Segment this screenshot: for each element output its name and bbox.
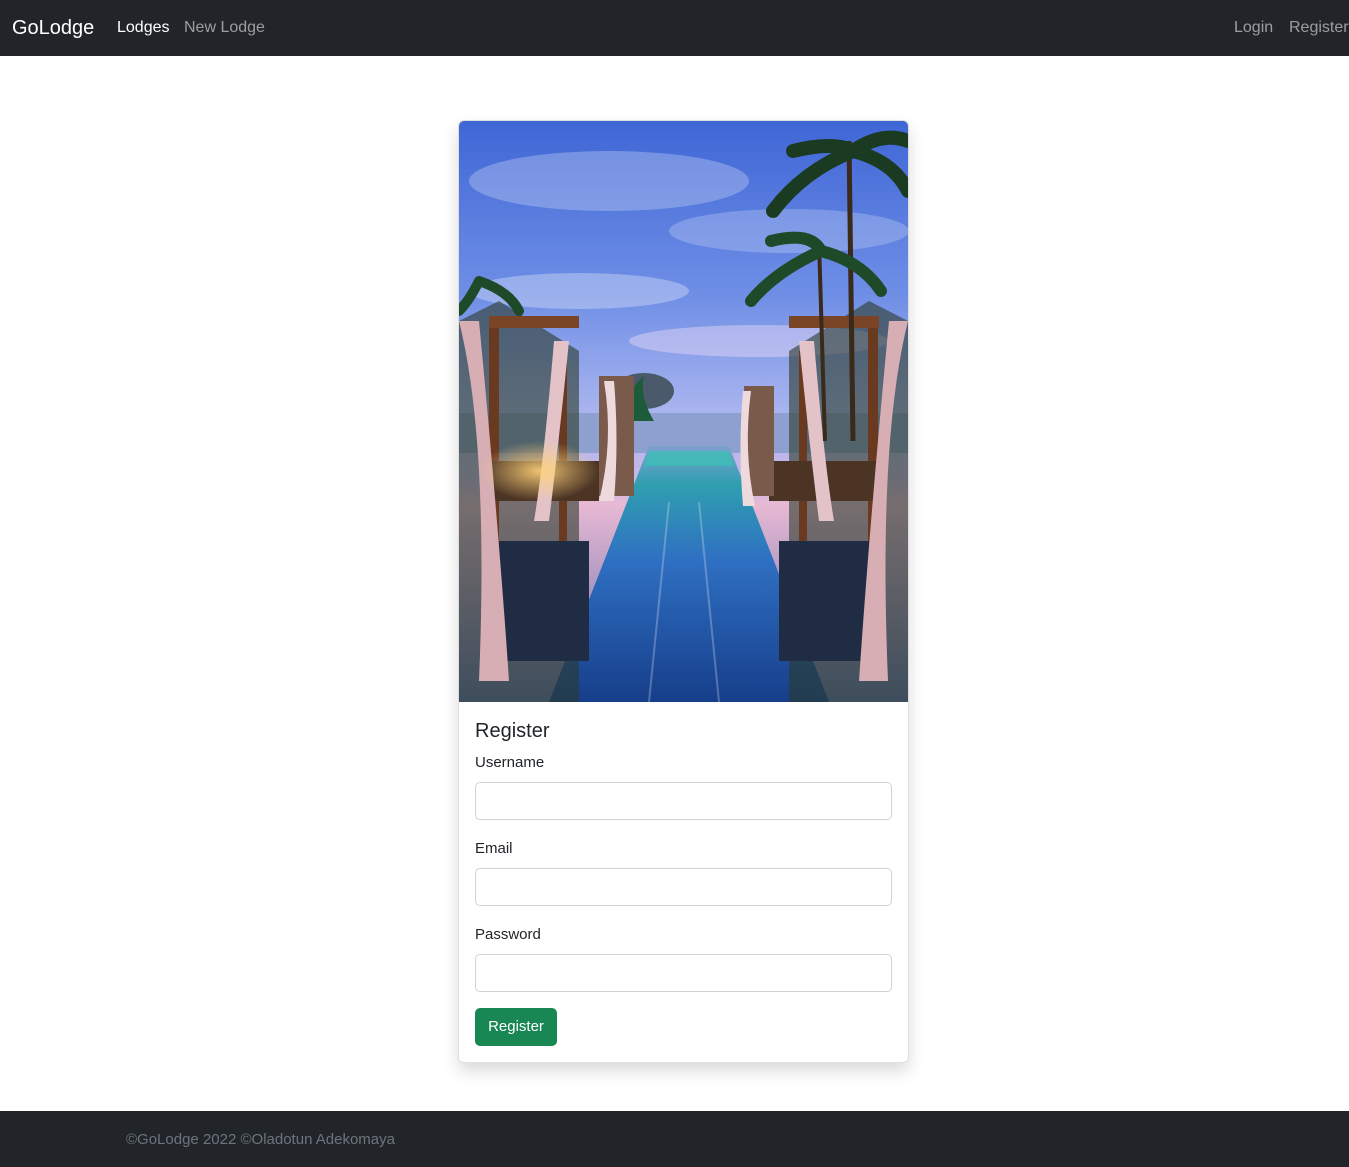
resort-pool-image — [459, 121, 908, 702]
nav-link-register[interactable]: Register — [1289, 18, 1349, 38]
username-label: Username — [475, 754, 545, 771]
password-label: Password — [475, 926, 541, 943]
username-input[interactable] — [475, 782, 892, 820]
page-footer: ©GoLodge 2022 ©Oladotun Adekomaya — [0, 1111, 1349, 1167]
email-input[interactable] — [475, 868, 892, 906]
nav-link-new-lodge[interactable]: New Lodge — [184, 18, 265, 38]
register-title: Register — [475, 720, 550, 742]
brand-link[interactable]: GoLodge — [12, 15, 94, 41]
top-navbar: GoLodge Lodges New Lodge Login Register — [0, 0, 1349, 56]
nav-link-login[interactable]: Login — [1234, 18, 1273, 38]
nav-link-lodges[interactable]: Lodges — [117, 18, 170, 38]
footer-copyright: ©GoLodge 2022 ©Oladotun Adekomaya — [126, 1131, 395, 1148]
password-input[interactable] — [475, 954, 892, 992]
email-label: Email — [475, 840, 513, 857]
register-button[interactable]: Register — [475, 1008, 557, 1046]
register-card: Register Username Email Password Registe… — [458, 120, 909, 1063]
